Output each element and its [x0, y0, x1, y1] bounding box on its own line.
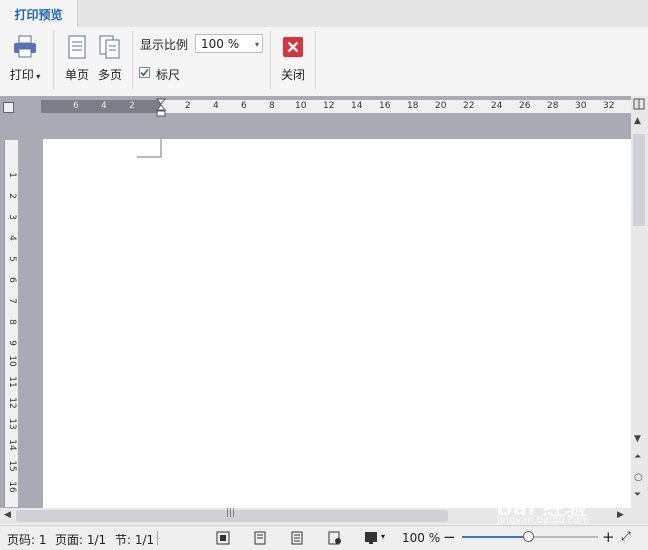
ruler-tick: 13	[7, 418, 17, 430]
ruler-tick: 4	[7, 235, 17, 241]
ruler-tick: 15	[7, 460, 17, 472]
divider	[53, 31, 54, 89]
ruler-tick: 2	[185, 101, 191, 111]
zoom-out-icon[interactable]: −	[443, 528, 456, 546]
ruler-text-area: 2 4 6 8 10 12 14 16 18 20 22 24 26 28 30…	[161, 100, 641, 113]
zoom-slider-knob[interactable]	[523, 531, 534, 542]
multi-page-label: 多页	[97, 68, 122, 82]
fullscreen-view-icon[interactable]	[216, 531, 230, 545]
horizontal-ruler[interactable]: 6 4 2 2 4 6 8 10 12 14 16 18 20 22 24 26…	[41, 100, 641, 113]
dropdown-arrow-icon: ▾	[254, 40, 259, 49]
dropdown-arrow-icon: ▾	[33, 72, 41, 81]
ruler-tick: 14	[7, 439, 17, 451]
split-view-icon[interactable]	[633, 98, 645, 110]
vertical-scroll-thumb[interactable]	[633, 134, 645, 226]
ruler-tick: 2	[129, 101, 135, 111]
divider	[270, 31, 271, 89]
page-view-icon[interactable]	[254, 531, 266, 545]
vertical-ruler[interactable]: 1 2 3 4 5 6 7 8 9 10 11 12 13 14 15 16	[4, 140, 18, 507]
ruler-tick: 10	[295, 101, 307, 111]
ruler-tick: 10	[7, 355, 17, 367]
ruler-tick: 6	[7, 277, 17, 283]
single-page-button[interactable]: 单页	[62, 33, 92, 85]
ruler-tick: 6	[73, 101, 79, 111]
web-view-icon[interactable]	[328, 531, 342, 545]
ruler-tick: 8	[269, 101, 275, 111]
print-button[interactable]: 打印 ▾	[6, 33, 44, 85]
horizontal-scroll-thumb[interactable]: |||	[16, 508, 448, 522]
ruler-tick: 11	[7, 376, 17, 388]
ruler-tick: 12	[7, 397, 17, 409]
indent-marker-icon[interactable]	[156, 98, 166, 118]
close-label: 关闭	[280, 68, 305, 82]
ruler-tick: 3	[7, 214, 17, 220]
zoom-slider-fill	[462, 536, 530, 538]
ruler-tick: 7	[7, 298, 17, 304]
ruler-tick: 20	[435, 101, 447, 111]
reading-mode-icon[interactable]	[364, 531, 378, 545]
ruler-tick: 6	[241, 101, 247, 111]
close-button[interactable]: 关闭	[278, 33, 308, 85]
ruler-tick: 28	[547, 101, 559, 111]
status-page-count: 页面: 1/1	[55, 533, 107, 547]
zoom-value: 100 %	[201, 37, 240, 51]
checkmark-icon	[140, 68, 149, 77]
ruler-tick: 4	[101, 101, 107, 111]
preview-page	[43, 139, 631, 509]
ruler-tick: 16	[7, 481, 17, 493]
ruler-tick: 4	[213, 101, 219, 111]
ruler-tick: 22	[463, 101, 475, 111]
ruler-tick: 2	[7, 193, 17, 199]
scroll-left-arrow-icon[interactable]: ◀	[4, 510, 11, 520]
ruler-tick: 16	[379, 101, 391, 111]
ruler-tick: 5	[7, 256, 17, 262]
printer-icon	[14, 35, 36, 58]
ruler-tick: 9	[7, 340, 17, 346]
margin-corner-mark	[137, 139, 162, 158]
status-section: 节: 1/1	[115, 533, 155, 547]
ruler-corner-button[interactable]	[3, 102, 14, 113]
previous-page-icon[interactable]: ⏶	[634, 452, 641, 462]
status-zoom-value: 100 %	[402, 531, 441, 545]
status-page-code: 页码: 1	[7, 533, 47, 547]
zoom-in-icon[interactable]: +	[602, 528, 615, 546]
single-page-icon	[68, 35, 86, 59]
tab-print-preview[interactable]: 打印预览	[0, 0, 78, 27]
tab-bar: 打印预览	[0, 0, 648, 27]
ruler-tick: 8	[7, 319, 17, 325]
ruler-tick: 24	[491, 101, 503, 111]
ribbon: 打印 ▾ 单页 多页 显示比例 100 % ▾ 标尺 关闭	[0, 27, 648, 97]
ruler-tick: 32	[603, 101, 615, 111]
ruler-tick: 30	[575, 101, 587, 111]
ruler-tick: 26	[519, 101, 531, 111]
zoom-label: 显示比例	[140, 38, 189, 52]
close-icon	[283, 37, 303, 57]
ruler-checkbox[interactable]	[139, 67, 150, 78]
scroll-down-arrow-icon[interactable]: ▼	[634, 434, 641, 444]
next-page-icon[interactable]: ⏷	[634, 490, 641, 500]
single-page-label: 单页	[64, 68, 89, 82]
grip-icon: |||	[226, 508, 236, 518]
scroll-right-arrow-icon[interactable]: ▶	[617, 510, 624, 520]
dropdown-arrow-icon[interactable]: ▾	[381, 532, 385, 541]
ruler-tick: 14	[351, 101, 363, 111]
ruler-tick: 18	[407, 101, 419, 111]
divider	[315, 31, 316, 89]
multi-page-button[interactable]: 多页	[95, 33, 125, 85]
scroll-up-arrow-icon[interactable]: ▲	[634, 116, 641, 126]
browse-object-icon[interactable]: ○	[634, 472, 643, 483]
multi-page-icon	[99, 35, 120, 59]
zoom-combo[interactable]: 100 % ▾	[195, 34, 263, 53]
fit-window-icon[interactable]: ⤢	[621, 529, 631, 544]
ruler-tick: 12	[323, 101, 335, 111]
divider	[132, 31, 133, 89]
outline-view-icon[interactable]	[291, 531, 303, 545]
ruler-label: 标尺	[156, 68, 181, 82]
print-label: 打印	[9, 68, 34, 82]
ruler-tick: 1	[7, 172, 17, 178]
divider	[157, 531, 158, 545]
